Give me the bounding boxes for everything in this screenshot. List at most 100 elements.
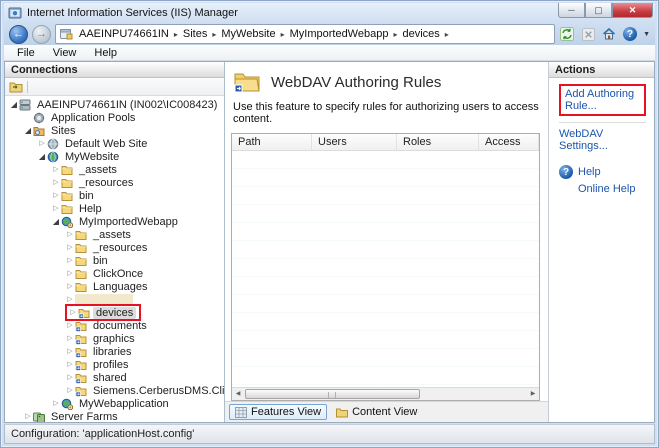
expand-icon[interactable]: ▷ xyxy=(51,163,61,176)
scroll-left-arrow[interactable]: ◀ xyxy=(233,389,243,399)
maximize-button[interactable]: ▢ xyxy=(585,3,612,18)
sites-icon xyxy=(33,126,45,136)
expand-icon[interactable]: ▷ xyxy=(65,358,75,371)
breadcrumb-arrow-icon[interactable]: ▸ xyxy=(279,30,287,39)
tree-item-assets[interactable]: ▷ _assets xyxy=(5,228,224,241)
forward-button[interactable]: → xyxy=(32,24,51,44)
save-connection-icon[interactable] xyxy=(9,81,23,93)
expand-icon[interactable]: ▷ xyxy=(65,241,75,254)
column-header-access[interactable]: Access xyxy=(479,134,539,150)
collapse-icon[interactable]: ◢ xyxy=(9,98,19,111)
expand-icon[interactable]: ▷ xyxy=(51,202,61,215)
expand-icon[interactable]: ▷ xyxy=(65,345,75,358)
breadcrumb-arrow-icon[interactable]: ▸ xyxy=(172,30,180,39)
breadcrumb-item[interactable]: MyWebsite xyxy=(218,28,278,40)
expand-icon[interactable]: ▷ xyxy=(65,371,75,384)
tree-item-documents[interactable]: ▷ documents xyxy=(5,319,224,332)
collapse-icon[interactable]: ◢ xyxy=(37,150,47,163)
tree-item-label: profiles xyxy=(93,358,129,371)
tree-item-default-web-site[interactable]: ▷ Default Web Site xyxy=(5,137,224,150)
expand-icon[interactable]: ▷ xyxy=(65,319,75,332)
vdir-icon xyxy=(78,308,90,319)
expand-icon[interactable]: ▷ xyxy=(65,254,75,267)
breadcrumb-arrow-icon[interactable]: ▸ xyxy=(443,30,451,39)
tree-item-clickonce[interactable]: ▷ ClickOnce xyxy=(5,267,224,280)
collapse-icon[interactable]: ◢ xyxy=(23,124,33,137)
list-body[interactable] xyxy=(232,151,539,387)
tree-item-help[interactable]: ▷ Help xyxy=(5,202,224,215)
tree-item-application-pools[interactable]: Application Pools xyxy=(5,111,224,124)
annotation-box-add-rule: Add Authoring Rule... xyxy=(559,84,646,116)
help-dropdown-caret[interactable]: ▼ xyxy=(643,31,650,38)
minimize-button[interactable]: ─ xyxy=(558,3,585,18)
tree-item-libraries[interactable]: ▷ libraries xyxy=(5,345,224,358)
column-header-roles[interactable]: Roles xyxy=(397,134,479,150)
add-authoring-rule-link[interactable]: Add Authoring Rule... xyxy=(565,87,640,113)
breadcrumb-item[interactable]: Sites xyxy=(180,28,210,40)
tree-item-bin[interactable]: ▷ bin xyxy=(5,189,224,202)
tree-item-siemens-cerberusdms-clickonce[interactable]: ▷ Siemens.CerberusDMS.ClickOnce xyxy=(5,384,224,397)
scroll-thumb[interactable] xyxy=(245,389,420,399)
tree-item-resources[interactable]: ▷ _resources xyxy=(5,176,224,189)
webdav-settings-link[interactable]: WebDAV Settings... xyxy=(559,127,646,153)
folder-icon xyxy=(75,243,87,253)
expand-icon[interactable]: ▷ xyxy=(65,267,75,280)
folder-icon xyxy=(75,256,87,266)
menu-view[interactable]: View xyxy=(44,46,86,60)
expand-icon[interactable]: ▷ xyxy=(51,176,61,189)
tree-item-devices[interactable]: ▷ devices xyxy=(5,304,224,321)
tab-features-view[interactable]: Features View xyxy=(229,404,328,420)
tree-item-label: graphics xyxy=(93,332,135,345)
tree-item-mywebapplication[interactable]: ▷ MyWebapplication xyxy=(5,397,224,410)
expand-icon[interactable]: ▷ xyxy=(51,189,61,202)
tree-item-profiles[interactable]: ▷ profiles xyxy=(5,358,224,371)
tree-item-sites[interactable]: ◢ Sites xyxy=(5,124,224,137)
refresh-icon[interactable] xyxy=(559,27,575,42)
breadcrumb-item[interactable]: AAEINPU74661IN xyxy=(76,28,172,40)
tree-item-aaeinpu74661in-in002-ic008423[interactable]: ◢ AAEINPU74661IN (IN002\IC008423) xyxy=(5,98,224,111)
tree-item-label: Help xyxy=(79,202,102,215)
tree-item-server-farms[interactable]: ▷ Server Farms xyxy=(5,410,224,422)
actions-header: Actions xyxy=(549,62,654,78)
back-button[interactable]: ← xyxy=(9,24,28,44)
close-button[interactable]: ✕ xyxy=(612,3,653,18)
breadcrumb-item[interactable]: MyImportedWebapp xyxy=(287,28,392,40)
tree-item-label: Languages xyxy=(93,280,148,293)
tree-item-graphics[interactable]: ▷ graphics xyxy=(5,332,224,345)
collapse-icon[interactable]: ◢ xyxy=(51,215,61,228)
help-link[interactable]: Help xyxy=(578,165,601,179)
expand-icon[interactable]: ▷ xyxy=(65,384,75,397)
expand-icon[interactable]: ▷ xyxy=(37,137,47,150)
tree-item-myimportedwebapp[interactable]: ◢ MyImportedWebapp xyxy=(5,215,224,228)
column-header-users[interactable]: Users xyxy=(312,134,397,150)
folder-icon xyxy=(61,191,73,201)
tree-item-resources[interactable]: ▷ _resources xyxy=(5,241,224,254)
online-help-link[interactable]: Online Help xyxy=(578,182,635,196)
breadcrumb[interactable]: AAEINPU74661IN ▸ Sites ▸ MyWebsite ▸ MyImporte… xyxy=(55,24,556,44)
tree-item-shared[interactable]: ▷ shared xyxy=(5,371,224,384)
menu-file[interactable]: File xyxy=(8,46,44,60)
tab-content-view[interactable]: Content View xyxy=(330,404,423,420)
tree-item-assets[interactable]: ▷ _assets xyxy=(5,163,224,176)
expand-icon[interactable]: ▷ xyxy=(65,332,75,345)
breadcrumb-item[interactable]: devices xyxy=(399,28,442,40)
tree-item-languages[interactable]: ▷ Languages xyxy=(5,280,224,293)
scroll-right-arrow[interactable]: ▶ xyxy=(528,389,538,399)
expand-icon[interactable]: ▷ xyxy=(65,228,75,241)
tree-item-bin[interactable]: ▷ bin xyxy=(5,254,224,267)
connections-panel: Connections ◢ AAEINPU74661IN (IN002\IC008… xyxy=(5,62,225,422)
expand-icon[interactable]: ▷ xyxy=(68,306,78,319)
farms-icon xyxy=(33,412,45,422)
tree-item-mywebsite[interactable]: ◢ MyWebsite xyxy=(5,150,224,163)
expand-icon[interactable]: ▷ xyxy=(65,280,75,293)
vdir-icon xyxy=(75,373,87,384)
menu-help[interactable]: Help xyxy=(85,46,126,60)
expand-icon[interactable]: ▷ xyxy=(51,397,61,410)
folder-icon xyxy=(75,282,87,292)
horizontal-scrollbar[interactable]: ◀ ▶ xyxy=(232,387,539,400)
column-header-path[interactable]: Path xyxy=(232,134,312,150)
tree-item-label: MyWebapplication xyxy=(79,397,169,410)
expand-icon[interactable]: ▷ xyxy=(23,410,33,422)
help-icon[interactable]: ? xyxy=(622,27,638,42)
home-icon[interactable] xyxy=(601,27,617,42)
